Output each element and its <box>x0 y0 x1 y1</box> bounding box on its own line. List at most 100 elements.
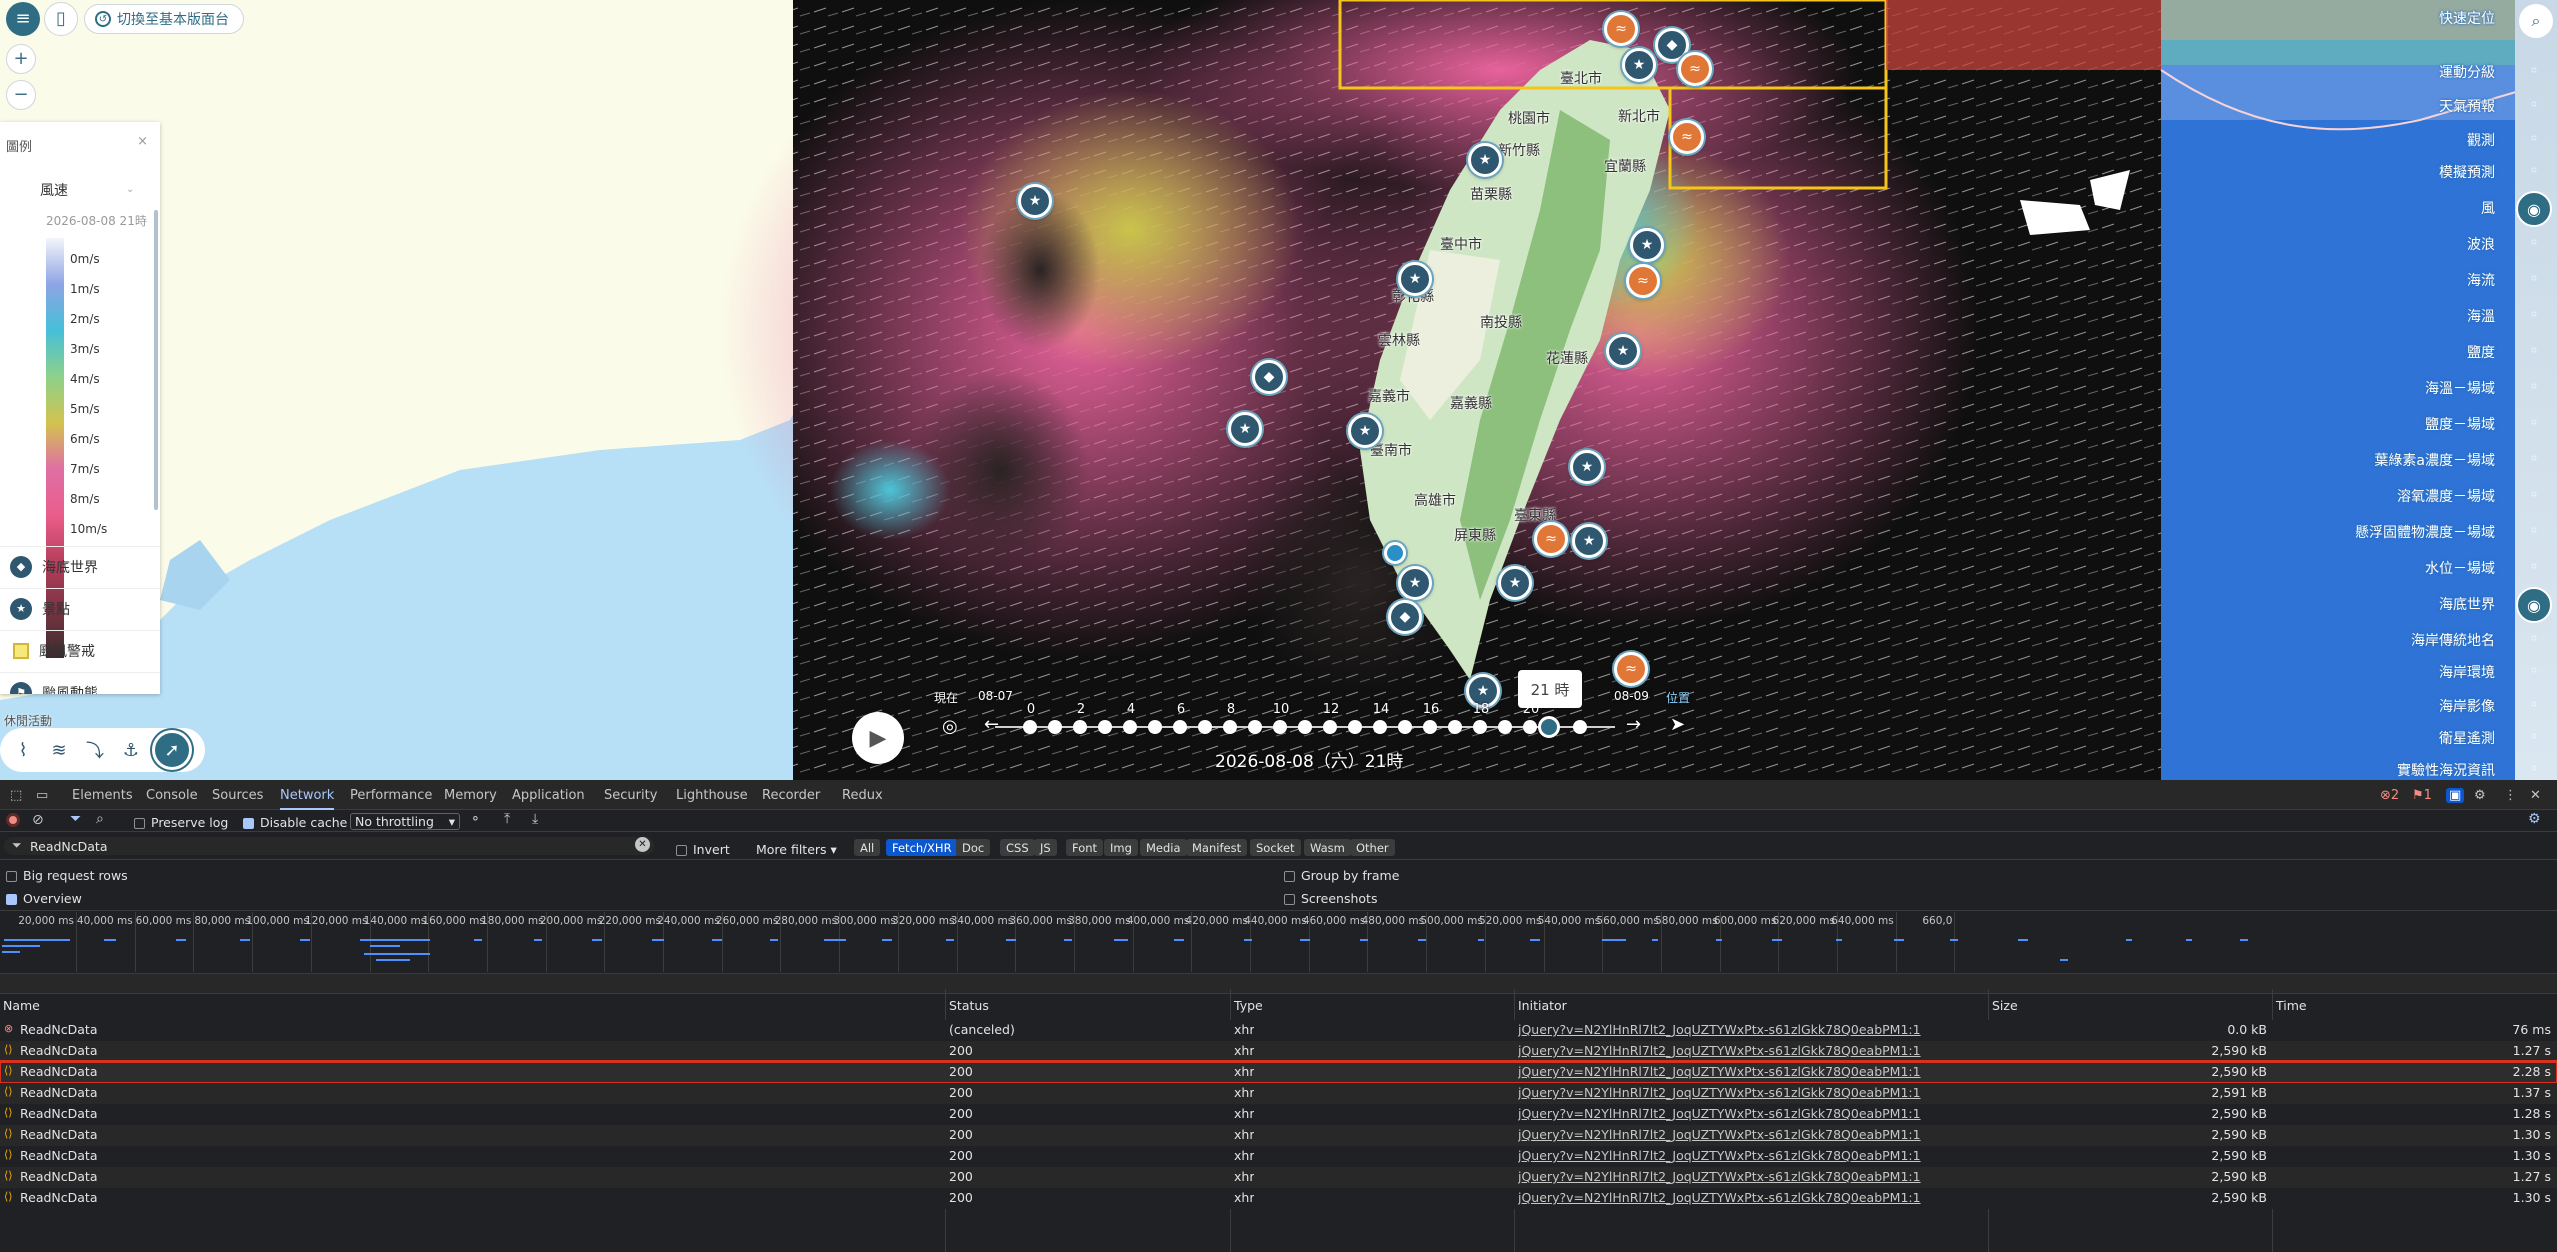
column-header[interactable]: Size <box>1992 998 2018 1013</box>
menu-item-icon[interactable]: ◦ <box>2519 227 2549 257</box>
timeline-step[interactable] <box>1348 720 1362 734</box>
more-icon[interactable]: ⋮ <box>2504 788 2517 803</box>
overview-checkbox[interactable] <box>6 894 17 905</box>
table-row[interactable]: ⟨⟩ ReadNcData 200 xhr jQuery?v=N2YlHnRl7lt2_… <box>0 1188 2557 1209</box>
preserve-log-toggle[interactable]: Preserve log <box>134 815 228 830</box>
right-menu-item[interactable]: 鹽度 <box>2467 342 2495 362</box>
more-filters-button[interactable]: More filters ▾ <box>756 842 837 857</box>
right-menu-item[interactable]: 海岸影像 <box>2439 696 2495 716</box>
timeline-step[interactable] <box>1423 720 1437 734</box>
devtools-tab[interactable]: Sources <box>212 788 263 803</box>
menu-item-icon[interactable]: ◦ <box>2519 371 2549 401</box>
screenshots-toggle[interactable]: Screenshots <box>1284 891 1377 906</box>
request-name[interactable]: ReadNcData <box>20 1148 97 1163</box>
timeline-step[interactable] <box>1173 720 1187 734</box>
request-initiator[interactable]: jQuery?v=N2YlHnRl7lt2_JoqUZTYWxPtx-s61zl… <box>1518 1022 1921 1037</box>
table-row[interactable]: ⟨⟩ ReadNcData 200 xhr jQuery?v=N2YlHnRl7lt2_… <box>0 1125 2557 1146</box>
star-icon[interactable]: ★ <box>1606 334 1640 368</box>
table-row[interactable]: ⟨⟩ ReadNcData 200 xhr jQuery?v=N2YlHnRl7lt2_… <box>0 1146 2557 1167</box>
menu-item-icon[interactable]: ◦ <box>2519 515 2549 545</box>
right-menu-item[interactable]: 海溫－場域 <box>2425 378 2495 398</box>
legend-item[interactable]: 颱風警戒 <box>0 630 160 670</box>
table-row[interactable]: ⟨⟩ ReadNcData 200 xhr jQuery?v=N2YlHnRl7lt2_… <box>0 1041 2557 1062</box>
right-menu-item[interactable]: 風 <box>2481 198 2495 218</box>
menu-item-icon[interactable]: ◦ <box>2519 689 2549 719</box>
timeline-step[interactable] <box>1223 720 1237 734</box>
next-arrow-icon[interactable]: → <box>1626 714 1641 735</box>
filter-input-box[interactable]: ⏷ ReadNcData ✕ <box>4 837 654 855</box>
switch-basic-button[interactable]: ↺ 切換至基本版面台 <box>84 4 244 34</box>
right-menu-item[interactable]: 天氣預報 <box>2439 96 2495 116</box>
disable-cache-toggle[interactable]: Disable cache <box>243 815 347 830</box>
right-menu-item[interactable]: 海流 <box>2467 270 2495 290</box>
column-header[interactable]: Name <box>3 998 40 1013</box>
timeline-thumb[interactable] <box>1538 716 1560 738</box>
group-by-frame-checkbox[interactable] <box>1284 871 1295 882</box>
right-menu-item[interactable]: 運動分級 <box>2439 62 2495 82</box>
clear-filter-icon[interactable]: ✕ <box>635 837 650 852</box>
timeline-step[interactable] <box>1248 720 1262 734</box>
network-settings-icon[interactable]: ⚙ <box>2528 811 2541 827</box>
type-filter-button[interactable]: Media <box>1140 839 1187 856</box>
timeline-step[interactable] <box>1473 720 1487 734</box>
request-initiator[interactable]: jQuery?v=N2YlHnRl7lt2_JoqUZTYWxPtx-s61zl… <box>1518 1127 1921 1142</box>
legend-scrollbar[interactable] <box>154 210 158 510</box>
request-initiator[interactable]: jQuery?v=N2YlHnRl7lt2_JoqUZTYWxPtx-s61zl… <box>1518 1169 1921 1184</box>
right-menu-item[interactable]: 鹽度－場域 <box>2425 414 2495 434</box>
right-menu-item[interactable]: 水位－場域 <box>2425 558 2495 578</box>
table-row[interactable]: ⊗ ReadNcData (canceled) xhr jQuery?v=N2YlHnR… <box>0 1020 2557 1041</box>
timeline-step[interactable] <box>1573 720 1587 734</box>
devtools-tab[interactable]: Elements <box>72 788 133 803</box>
timeline-step[interactable] <box>1398 720 1412 734</box>
menu-item-icon[interactable]: ◦ <box>2519 753 2549 780</box>
surfing-icon[interactable]: ≈ <box>1626 264 1660 298</box>
search-icon[interactable]: ⌕ <box>2519 4 2553 38</box>
type-filter-button[interactable]: Doc <box>956 839 991 856</box>
devtools-tab[interactable]: Application <box>512 788 585 803</box>
devtools-tab[interactable]: Security <box>604 788 657 803</box>
preserve-log-checkbox[interactable] <box>134 818 145 829</box>
request-initiator[interactable]: jQuery?v=N2YlHnRl7lt2_JoqUZTYWxPtx-s61zl… <box>1518 1106 1921 1121</box>
request-initiator[interactable]: jQuery?v=N2YlHnRl7lt2_JoqUZTYWxPtx-s61zl… <box>1518 1148 1921 1163</box>
column-header[interactable]: Time <box>2276 998 2307 1013</box>
menu-item-icon[interactable]: ◦ <box>2519 123 2549 153</box>
type-filter-button[interactable]: All <box>854 839 881 856</box>
request-initiator[interactable]: jQuery?v=N2YlHnRl7lt2_JoqUZTYWxPtx-s61zl… <box>1518 1085 1921 1100</box>
type-filter-button[interactable]: Img <box>1104 839 1138 856</box>
column-header[interactable]: Type <box>1234 998 1263 1013</box>
right-menu-item[interactable]: 海溫 <box>2467 306 2495 326</box>
type-filter-button[interactable]: JS <box>1034 839 1057 856</box>
zoom-in-button[interactable]: + <box>6 44 36 74</box>
type-filter-button[interactable]: Font <box>1066 839 1104 856</box>
search-icon[interactable]: ⌕ <box>96 811 104 827</box>
menu-item-icon[interactable]: ◦ <box>2519 655 2549 685</box>
surfing-icon[interactable]: ≈ <box>1614 652 1648 686</box>
menu-item-icon[interactable]: ◦ <box>2519 721 2549 751</box>
request-name[interactable]: ReadNcData <box>20 1064 97 1079</box>
overview-toggle[interactable]: Overview <box>6 891 82 906</box>
table-row[interactable]: ⟨⟩ ReadNcData 200 xhr jQuery?v=N2YlHnRl7lt2_… <box>0 1167 2557 1188</box>
right-menu-item[interactable]: 海岸環境 <box>2439 662 2495 682</box>
type-filter-button[interactable]: Socket <box>1250 839 1301 856</box>
timeline-step[interactable] <box>1448 720 1462 734</box>
devtools-tab[interactable]: Recorder <box>762 788 820 803</box>
menu-item-icon[interactable]: ◦ <box>2519 89 2549 119</box>
star-icon[interactable]: ★ <box>1498 566 1532 600</box>
right-menu-item[interactable]: 實驗性海況資訊 <box>2397 760 2495 780</box>
type-filter-button[interactable]: Other <box>1350 839 1395 856</box>
issues-icon[interactable]: ▣ <box>2446 788 2465 803</box>
star-icon[interactable]: ★ <box>1572 524 1606 558</box>
play-button[interactable]: ▶ <box>852 712 904 764</box>
error-count[interactable]: ⊗2 <box>2380 788 2399 803</box>
filter-icon[interactable]: ⏷ <box>70 811 81 827</box>
diving-icon[interactable]: ⤵ <box>80 735 110 765</box>
menu-item-icon[interactable]: ◦ <box>2519 299 2549 329</box>
timeline-step[interactable] <box>1498 720 1512 734</box>
legend-item[interactable]: ⚑ 颱風動態 <box>0 672 160 694</box>
filter-input[interactable]: ReadNcData <box>30 839 107 854</box>
big-rows-checkbox[interactable] <box>6 871 17 882</box>
right-menu-item[interactable]: 葉綠素a濃度－場域 <box>2374 450 2495 470</box>
devtools-tab[interactable]: Network <box>280 788 335 810</box>
menu-item-icon[interactable]: ◦ <box>2519 335 2549 365</box>
timeline-step[interactable] <box>1123 720 1137 734</box>
